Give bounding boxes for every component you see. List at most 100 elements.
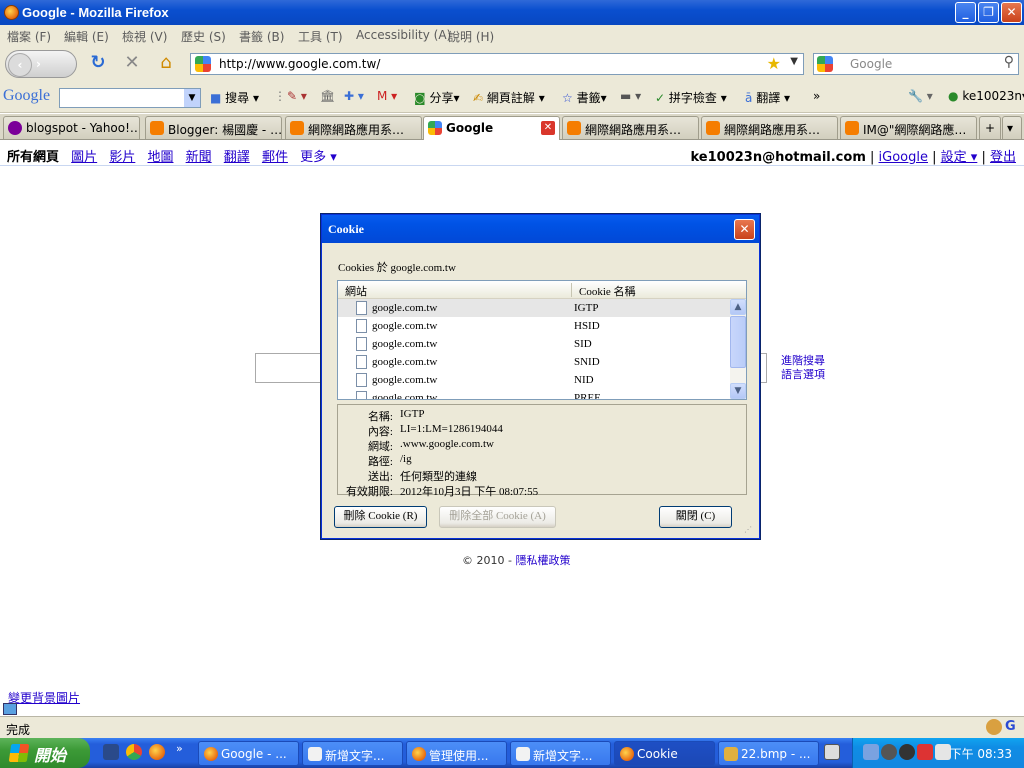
stop-icon[interactable]: ✕	[120, 51, 144, 75]
cookie-row[interactable]: google.com.tw SNID	[338, 353, 730, 371]
battery-icon[interactable]: ▬ ▾	[620, 89, 641, 103]
dialog-close-button[interactable]: ✕	[734, 219, 755, 240]
privacy-link[interactable]: 隱私權政策	[515, 554, 570, 567]
keyboard-icon[interactable]	[824, 744, 840, 760]
gbar-mail[interactable]: 郵件	[262, 150, 288, 165]
task-notepad-1[interactable]: 新增文字...	[302, 741, 403, 766]
quicklaunch-more-icon[interactable]: »	[176, 742, 183, 755]
tab-google[interactable]: Google ✕	[423, 116, 560, 140]
tab-im[interactable]: IM@"網際網路應…	[840, 116, 977, 139]
column-site[interactable]: 網站	[345, 283, 367, 299]
delete-all-cookies-button[interactable]: 刪除全部 Cookie (A)	[439, 506, 556, 528]
google-toolbar-search-field[interactable]: ▼	[59, 88, 201, 108]
wrench-icon[interactable]: 🔧 ▾	[908, 89, 933, 103]
network-icon[interactable]	[863, 744, 879, 760]
gmail-icon[interactable]: M ▾	[377, 89, 397, 103]
cookie-row[interactable]: google.com.tw PREF	[338, 389, 730, 399]
monitor-icon[interactable]	[935, 744, 951, 760]
close-window-button[interactable]: ✕	[1001, 2, 1022, 23]
cookie-row[interactable]: google.com.tw HSID	[338, 317, 730, 335]
task-cookie[interactable]: Cookie	[614, 741, 715, 766]
menu-view[interactable]: 檢視 (V)	[122, 28, 167, 45]
menu-accessibility[interactable]: Accessibility (A)	[356, 28, 451, 42]
cookie-row[interactable]: google.com.tw NID	[338, 371, 730, 389]
cookie-row[interactable]: google.com.tw SID	[338, 335, 730, 353]
antivirus-icon[interactable]	[917, 744, 933, 760]
delete-cookie-button[interactable]: 刪除 Cookie (R)	[334, 506, 427, 528]
task-paint[interactable]: 22.bmp - ...	[718, 741, 819, 766]
gbar-settings[interactable]: 設定 ▾	[941, 150, 978, 165]
plus-icon[interactable]: ✚ ▾	[344, 89, 364, 103]
gbar-translate[interactable]: 翻譯	[224, 150, 250, 165]
tab-list-button[interactable]: ▾	[1002, 116, 1022, 139]
reload-icon[interactable]: ↻	[86, 51, 110, 75]
gbar-videos[interactable]: 影片	[109, 150, 135, 165]
toolbar-translate-button[interactable]: ā 翻譯 ▾	[745, 89, 790, 106]
google-toolbar-logo[interactable]: Google	[3, 87, 50, 105]
restore-button[interactable]: ❐	[978, 2, 999, 23]
gbar-maps[interactable]: 地圖	[147, 150, 173, 165]
toolbar-search-button[interactable]: ■ 搜尋 ▾	[210, 89, 259, 106]
chevron-down-icon[interactable]: ▼	[184, 89, 200, 107]
menu-help[interactable]: 說明 (H)	[448, 28, 494, 45]
menu-file[interactable]: 檔案 (F)	[7, 28, 51, 45]
institution-icon[interactable]: 🏛	[320, 89, 335, 103]
close-tab-icon[interactable]: ✕	[541, 121, 555, 135]
background-image-icon[interactable]	[3, 703, 17, 715]
quicklaunch-firefox-icon[interactable]	[149, 744, 165, 760]
quicklaunch-chrome-icon[interactable]	[126, 744, 142, 760]
toolbar-more-button[interactable]: »	[813, 89, 820, 103]
home-icon[interactable]: ⌂	[154, 51, 178, 75]
column-cookie-name[interactable]: Cookie 名稱	[579, 283, 636, 299]
toolbar-spellcheck-button[interactable]: ✓ 拼字檢查 ▾	[655, 89, 727, 106]
search-box[interactable]: Google ⚲	[813, 53, 1019, 75]
gbar-images[interactable]: 圖片	[71, 150, 97, 165]
scroll-down-icon[interactable]: ▼	[730, 383, 746, 399]
bookmark-star-icon[interactable]: ★	[767, 54, 781, 73]
cookie-row[interactable]: google.com.tw IGTP	[338, 299, 730, 317]
close-dialog-button[interactable]: 關閉 (C)	[659, 506, 732, 528]
pagerank-icon[interactable]: ✎ ▾	[287, 89, 307, 103]
gbar-more[interactable]: 更多 ▾	[300, 150, 337, 165]
cookie-list-scrollbar[interactable]: ▲ ▼	[730, 299, 746, 399]
minimize-button[interactable]: _	[955, 2, 976, 23]
toolbar-sidewiki-button[interactable]: ✍ 網頁註解 ▾	[473, 89, 545, 106]
url-text[interactable]: http://www.google.com.tw/	[219, 57, 380, 71]
back-button[interactable]: ‹	[8, 53, 32, 77]
gbar-logout[interactable]: 登出	[990, 150, 1016, 165]
start-button[interactable]: 開始	[0, 738, 90, 768]
forward-button[interactable]: ›	[36, 53, 41, 75]
search-icon[interactable]: ⚲	[1004, 54, 1014, 70]
language-tools-link[interactable]: 語言選項	[781, 368, 825, 382]
tab-yahoo[interactable]: blogspot - Yahoo!…	[3, 116, 140, 139]
url-dropdown-icon[interactable]: ▼	[790, 56, 798, 67]
tab-blog-2[interactable]: 網際網路應用系…	[562, 116, 699, 139]
advanced-search-link[interactable]: 進階搜尋	[781, 354, 825, 368]
url-bar[interactable]: http://www.google.com.tw/ ★ ▼	[190, 53, 804, 75]
task-google[interactable]: Google - ...	[198, 741, 299, 766]
toolbar-account-button[interactable]: ● ke10023n▾	[948, 89, 1024, 103]
volume-icon[interactable]	[881, 744, 897, 760]
toolbar-bookmarks-button[interactable]: ☆ 書籤▾	[562, 89, 607, 106]
search-engine-icon[interactable]	[817, 56, 833, 72]
tab-blog-3[interactable]: 網際網路應用系…	[701, 116, 838, 139]
gmail-notifier-icon[interactable]: G	[1005, 719, 1021, 735]
power-icon[interactable]	[899, 744, 915, 760]
toolbar-share-button[interactable]: ◙ 分享▾	[414, 89, 460, 106]
menu-edit[interactable]: 編輯 (E)	[64, 28, 109, 45]
quicklaunch-desktop-icon[interactable]	[103, 744, 119, 760]
scroll-up-icon[interactable]: ▲	[730, 299, 746, 315]
gbar-igoogle[interactable]: iGoogle	[879, 150, 928, 165]
menu-history[interactable]: 歷史 (S)	[181, 28, 226, 45]
new-tab-button[interactable]: +	[979, 116, 1001, 139]
menu-tools[interactable]: 工具 (T)	[298, 28, 343, 45]
tab-blogger[interactable]: Blogger: 楊國慶 - …	[145, 116, 282, 139]
change-background-link[interactable]: 變更背景圖片	[8, 689, 80, 706]
cookie-list[interactable]: 網站 Cookie 名稱 google.com.tw IGTP google.co…	[337, 280, 747, 400]
addon-monkey-icon[interactable]	[986, 719, 1002, 735]
resize-grip-icon[interactable]: ⋰	[744, 525, 754, 535]
gbar-news[interactable]: 新聞	[186, 150, 212, 165]
tab-blog-1[interactable]: 網際網路應用系…	[285, 116, 422, 139]
task-manage[interactable]: 管理使用...	[406, 741, 507, 766]
task-notepad-2[interactable]: 新增文字...	[510, 741, 611, 766]
